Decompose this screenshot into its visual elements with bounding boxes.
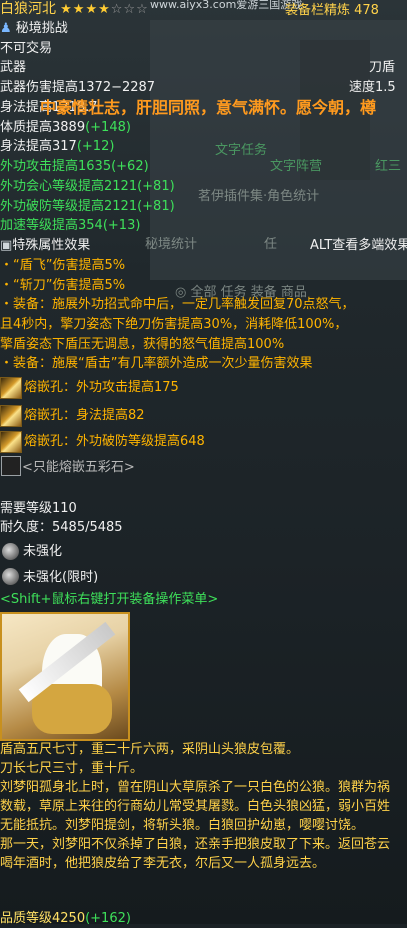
special-effect-line: 擎盾姿态下盾压无调息，获得的怒气值提高100% [0,337,285,352]
special-effect-line: ・“盾飞”伤害提高5% [0,258,126,273]
stat-line: 外功会心等级提高2121(+81) [0,179,175,194]
item-title-row: 白狼河北 ★★★★☆☆☆ [0,0,149,19]
alt-hint: ALT查看多端效果 [310,238,407,253]
star-rating: ★★★★☆☆☆ [60,2,149,17]
gold-armor [32,684,112,734]
special-effect-line: ・装备：施展“盾击”有几率额外造成一次少量伤害效果 [0,356,313,371]
sword-sect-icon: ♟ [0,21,12,36]
watermark-text: www.aiyx3.com爱游三国游戏 [150,0,303,11]
bg-ren-label: 任 [264,237,278,252]
socket-line: 熔嵌孔：外功攻击提高175 [24,380,179,395]
weapon-damage: 武器伤害提高1372−2287 [0,80,156,95]
bg-plugin-label: 茗伊插件集·角色统计 [198,189,320,204]
special-effect-line: ・“斩刀”伤害提高5% [0,278,126,293]
socket-gem-icon [0,377,22,399]
empty-socket-icon [1,456,21,476]
stat-line: 外功攻击提高1635(+62) [0,159,149,174]
bg-red-label: 红三 [375,159,402,174]
item-portrait [0,612,130,741]
operation-menu-hint: <Shift+鼠标右键打开装备操作菜单> [0,592,219,607]
weapon-speed: 速度1.5 [349,80,396,95]
flavor-text: 盾高五尺七寸，重二十斤六两，采阴山头狼皮包覆。 刀长七尺三寸，重十斤。 刘梦阳孤… [0,740,400,873]
flavor-paragraph: 刘梦阳孤身北上时，曾在阴山大草原杀了一只白色的公狼。狼群为祸数载，草原上来往的行… [0,780,391,833]
quality-level: 品质等级4250(+162) [0,911,131,926]
scroll-banner-text: 中豪情壮志，肝胆同照，意气满怀。愿今朝，樽 [40,98,377,117]
refine-status: 未强化 [23,544,63,559]
durability: 耐久度：5485/5485 [0,520,123,535]
flavor-paragraph: 盾高五尺七寸，重二十斤六两，采阴山头狼皮包覆。 [0,742,300,757]
item-name: 白狼河北 [0,1,56,17]
stat-line: 体质提高3889(+148) [0,120,131,135]
trade-status: 不可交易 [0,41,53,56]
bg-secret-stat-label: 秘境统计 [145,237,198,252]
socket-gem-icon [0,431,22,453]
stat-line: 加速等级提高354(+13) [0,218,141,233]
item-tooltip: www.aiyx3.com爱游三国游戏 装备栏精炼 478 文字任务 文字阵营 … [0,0,407,926]
refine-gem-icon [2,543,19,560]
bg-camp-label: 文字阵营 [270,159,323,174]
five-color-socket: <只能熔嵌五彩石> [22,460,135,475]
special-effects-header: ▣特殊属性效果 [0,238,91,253]
socket-line: 熔嵌孔：外功破防等级提高648 [24,434,205,449]
refine-gem-icon [2,568,19,585]
weapon-class: 刀盾 [369,60,396,75]
item-type: 武器 [0,60,27,75]
flavor-paragraph: 刀长七尺三寸，重十斤。 [0,761,144,776]
mode-label: 秘境挑战 [15,21,68,36]
special-effect-line: 且4秒内，擎刀姿态下绝刀伤害提高30%，消耗降低100%， [0,317,348,332]
special-effect-line: ・装备：施展外功招式命中后，一定几率触发回复70点怒气， [0,297,355,312]
stat-line: 外功破防等级提高2121(+81) [0,199,175,214]
required-level: 需要等级110 [0,501,77,516]
socket-line: 熔嵌孔：身法提高82 [24,408,145,423]
flavor-paragraph: 那一天，刘梦阳不仅杀掉了白狼，还亲手把狼皮取了下来。返回苍云喝年酒时，他把狼皮给… [0,837,391,871]
bg-task-label: 文字任务 [215,143,268,158]
mode-row: ♟ 秘境挑战 [0,20,68,38]
monitor-icon: ▣ [0,238,13,253]
stat-line: 身法提高317(+12) [0,139,115,154]
socket-gem-icon [0,405,22,427]
equip-panel-header: 装备栏精炼 478 [285,3,379,18]
refine-status-timed: 未强化(限时) [23,570,99,585]
